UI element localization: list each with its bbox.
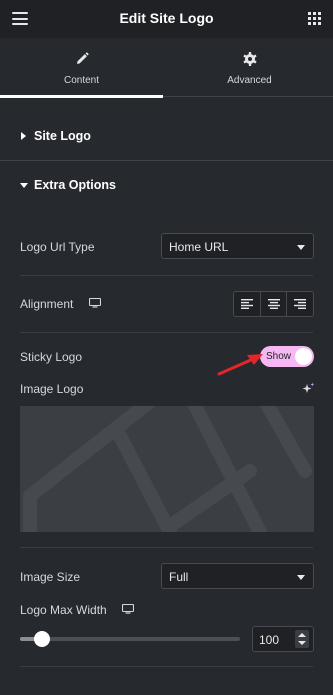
logo-url-type-select[interactable]: Home URL [161,233,314,259]
section-extra-options[interactable]: Extra Options [0,161,333,209]
panel-title: Edit Site Logo [119,10,214,26]
row-divider [20,666,313,667]
tab-content[interactable]: Content [0,38,163,98]
image-placeholder[interactable] [20,406,314,532]
align-left-icon [240,299,253,309]
alignment-label: Alignment [20,297,74,311]
image-size-select[interactable]: Full [161,563,314,589]
image-size-label: Image Size [20,570,81,584]
toggle-state-label: Show [266,351,292,362]
alignment-button-group [233,291,314,317]
slider-handle[interactable] [34,631,50,647]
image-placeholder-icon [23,406,312,532]
logo-url-type-value: Home URL [169,240,229,254]
editor-header: Edit Site Logo [0,0,333,38]
caret-right-icon [21,132,26,140]
row-divider [20,332,313,333]
chevron-down-icon [297,245,305,250]
image-size-value: Full [169,570,189,584]
stepper-down-icon[interactable] [298,641,306,645]
tab-advanced-label: Advanced [227,75,272,86]
image-logo-label: Image Logo [20,382,84,396]
toggle-knob [295,348,312,365]
panel-tabs: Content Advanced [0,38,333,98]
section-site-logo-label: Site Logo [34,129,91,143]
desktop-monitor-icon[interactable] [89,298,101,308]
section-extra-options-label: Extra Options [34,178,116,192]
section-site-logo[interactable]: Site Logo [0,112,333,160]
pencil-icon [76,52,89,64]
logo-max-width-input[interactable]: 100 [252,626,314,652]
align-center-button[interactable] [259,292,287,316]
align-right-button[interactable] [286,292,313,316]
logo-url-type-label: Logo Url Type [20,240,95,254]
ai-sparkle-icon [302,382,315,393]
align-right-icon [294,299,307,309]
active-tab-indicator [0,95,163,98]
tab-content-label: Content [63,75,100,86]
logo-max-width-slider[interactable] [20,631,240,647]
caret-down-icon [20,183,28,188]
row-divider [20,275,313,276]
align-center-icon [267,299,280,309]
align-left-button[interactable] [234,292,260,316]
stepper-up-icon[interactable] [298,633,306,637]
logo-max-width-label: Logo Max Width [20,603,107,617]
row-divider [20,547,313,548]
apps-grid-icon[interactable] [308,12,321,25]
annotation-arrow-icon [217,354,263,376]
chevron-down-icon [297,575,305,580]
sticky-logo-label: Sticky Logo [20,350,83,364]
sticky-logo-toggle[interactable]: Show [260,346,314,367]
desktop-monitor-icon[interactable] [122,604,134,614]
number-stepper[interactable] [295,630,309,648]
tab-advanced[interactable]: Advanced [166,38,333,97]
gear-icon [243,52,256,66]
logo-max-width-value: 100 [259,633,280,647]
